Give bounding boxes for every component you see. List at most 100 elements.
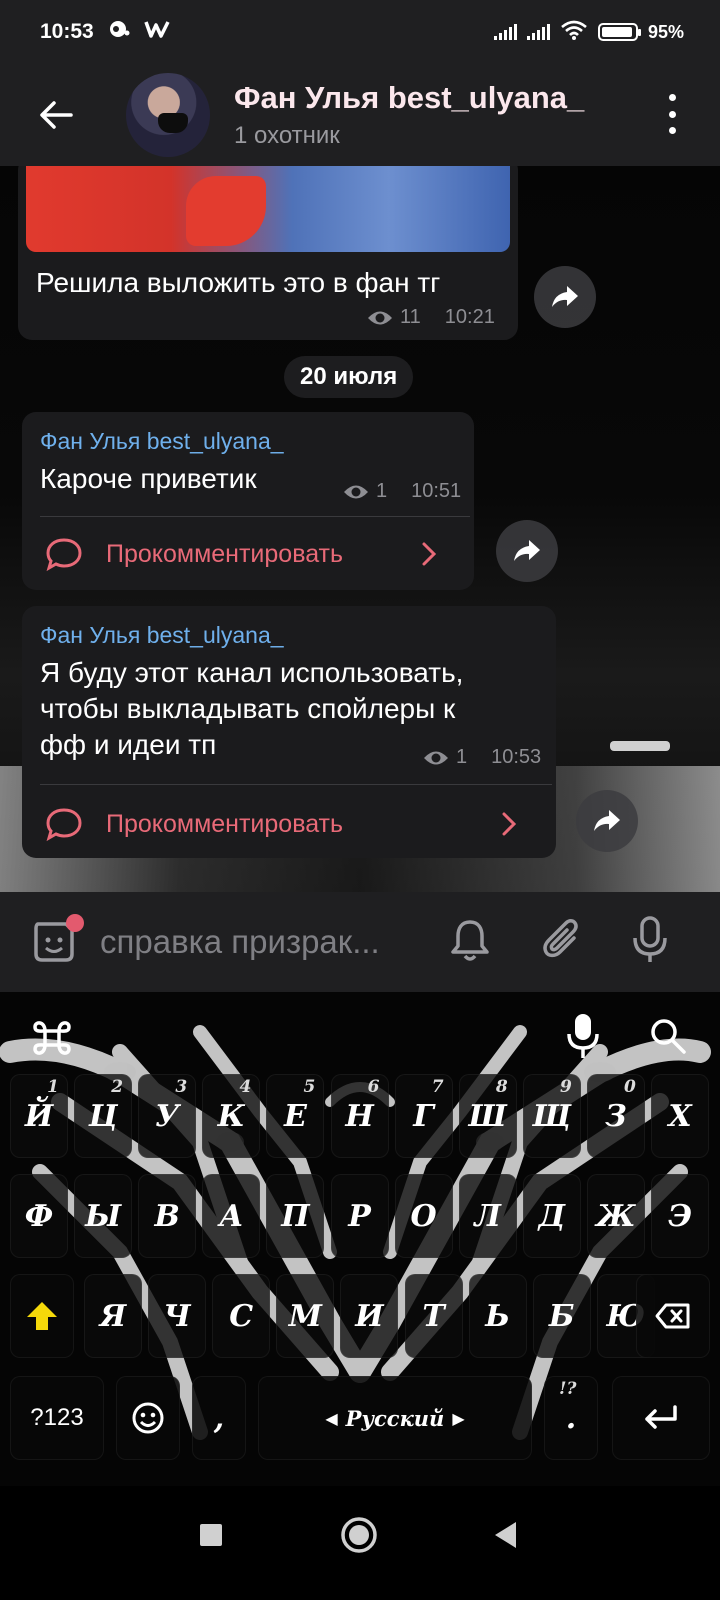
message-text: Решила выложить это в фан тг <box>36 267 441 298</box>
comment-icon <box>46 808 82 842</box>
key-Е[interactable]: Е5 <box>266 1074 325 1158</box>
emoji-icon <box>132 1402 164 1434</box>
key-Х[interactable]: Х <box>651 1074 709 1158</box>
key-Ь[interactable]: Ь <box>468 1274 527 1358</box>
key-Я[interactable]: Я <box>84 1274 142 1358</box>
channel-title-block[interactable]: Фан Улья best_ulyana_ 1 охотник <box>234 80 584 150</box>
home-circle-icon <box>341 1517 377 1553</box>
key-Р[interactable]: Р <box>330 1174 389 1258</box>
language-label: Русский <box>345 1405 445 1431</box>
nav-back-button[interactable] <box>492 1520 520 1555</box>
emoji-key[interactable] <box>116 1376 180 1460</box>
w-app-icon <box>144 19 170 45</box>
wifi-icon <box>560 20 588 45</box>
message-media[interactable] <box>26 166 510 252</box>
key-У[interactable]: У3 <box>138 1074 197 1158</box>
enter-key[interactable] <box>612 1376 710 1460</box>
comment-button[interactable]: Прокомментировать <box>44 536 454 572</box>
key-hint: 0 <box>624 1077 636 1097</box>
share-button[interactable] <box>496 520 558 582</box>
backspace-key[interactable] <box>636 1274 710 1358</box>
share-button[interactable] <box>534 266 596 328</box>
status-bar: 10:53 95% <box>0 0 720 64</box>
battery-percent: 95 <box>647 21 668 42</box>
command-icon <box>33 1021 71 1055</box>
symbols-key[interactable]: ?123 <box>10 1376 104 1460</box>
attach-button[interactable] <box>540 916 584 969</box>
key-Ш[interactable]: Ш8 <box>458 1074 517 1158</box>
key-С[interactable]: С <box>212 1274 271 1358</box>
key-В[interactable]: В <box>138 1174 197 1258</box>
key-Ж[interactable]: Ж <box>586 1174 645 1258</box>
notification-icon <box>108 19 130 45</box>
message-text-line: Я буду этот канал использовать, <box>40 657 464 688</box>
key-П[interactable]: П <box>266 1174 325 1258</box>
keyboard-voice-button[interactable] <box>566 1012 600 1065</box>
key-М[interactable]: М <box>276 1274 335 1358</box>
message-meta: 11 10:21 <box>366 306 495 329</box>
key-Ы[interactable]: Ы <box>74 1174 133 1258</box>
date-separator: 20 июля <box>284 356 414 398</box>
comment-button[interactable]: Прокомментировать <box>44 806 534 842</box>
key-hint: 1 <box>47 1077 59 1097</box>
key-Ц[interactable]: Ц2 <box>74 1074 133 1158</box>
keyboard-search-button[interactable] <box>648 1016 688 1061</box>
shift-key[interactable] <box>10 1274 74 1358</box>
key-hint: 9 <box>559 1077 572 1097</box>
comment-icon <box>46 538 82 572</box>
arrow-left-icon <box>40 101 73 129</box>
key-hint: 5 <box>303 1077 316 1097</box>
channel-avatar[interactable] <box>126 73 210 157</box>
square-icon <box>200 1524 222 1546</box>
key-Й[interactable]: Й1 <box>10 1074 68 1158</box>
key-Г[interactable]: Г7 <box>394 1074 453 1158</box>
enter-icon <box>645 1405 677 1429</box>
key-Ч[interactable]: Ч <box>148 1274 207 1358</box>
key-З[interactable]: З0 <box>586 1074 645 1158</box>
message-author: Фан Улья best_ulyana_ <box>40 428 284 454</box>
navigation-bar <box>0 1486 720 1600</box>
keyboard-menu-button[interactable] <box>30 1016 74 1065</box>
recent-apps-button[interactable] <box>198 1522 224 1553</box>
period-key[interactable]: !?. <box>544 1376 598 1460</box>
key-hint: 3 <box>175 1077 188 1097</box>
key-Т[interactable]: Т <box>404 1274 463 1358</box>
key-hint: 7 <box>431 1077 444 1097</box>
views-icon <box>344 485 368 498</box>
key-hint: 4 <box>239 1077 252 1097</box>
key-О[interactable]: О <box>394 1174 453 1258</box>
key-А[interactable]: А <box>202 1174 261 1258</box>
search-icon <box>651 1019 686 1054</box>
key-Л[interactable]: Л <box>458 1174 517 1258</box>
key-К[interactable]: К4 <box>202 1074 261 1158</box>
key-Ф[interactable]: Ф <box>10 1174 68 1258</box>
more-options-button[interactable] <box>666 94 678 134</box>
sticker-button[interactable] <box>30 914 84 966</box>
message-list[interactable]: Решила выложить это в фан тг 11 10:21 20 … <box>0 166 720 892</box>
key-Н[interactable]: Н6 <box>330 1074 389 1158</box>
keyboard-toolbar <box>0 992 720 1082</box>
voice-button[interactable] <box>630 914 670 971</box>
share-button[interactable] <box>576 790 638 852</box>
key-Б[interactable]: Б <box>532 1274 591 1358</box>
key-Щ[interactable]: Щ9 <box>522 1074 581 1158</box>
comma-key[interactable]: , <box>192 1376 246 1460</box>
key-Д[interactable]: Д <box>522 1174 581 1258</box>
key-И[interactable]: И <box>340 1274 399 1358</box>
message-text: Кароче приветик <box>40 463 257 494</box>
space-key[interactable]: ◀ Русский ▶ <box>258 1376 532 1460</box>
key-Э[interactable]: Э <box>651 1174 709 1258</box>
chevron-right-icon <box>422 542 437 566</box>
message-input[interactable]: справка призрак... <box>100 923 418 961</box>
home-button[interactable] <box>340 1516 378 1559</box>
bell-icon <box>451 919 489 961</box>
backspace-icon <box>655 1303 690 1329</box>
notification-dot <box>66 914 84 932</box>
share-icon <box>552 286 578 307</box>
message-composer: справка призрак... <box>0 892 720 992</box>
back-button[interactable] <box>30 89 82 141</box>
subscriber-count: 1 охотник <box>234 122 340 149</box>
message-text-line: чтобы выкладывать спойлеры к <box>40 693 456 724</box>
mute-button[interactable] <box>448 916 492 969</box>
key-hint: 6 <box>367 1077 380 1097</box>
